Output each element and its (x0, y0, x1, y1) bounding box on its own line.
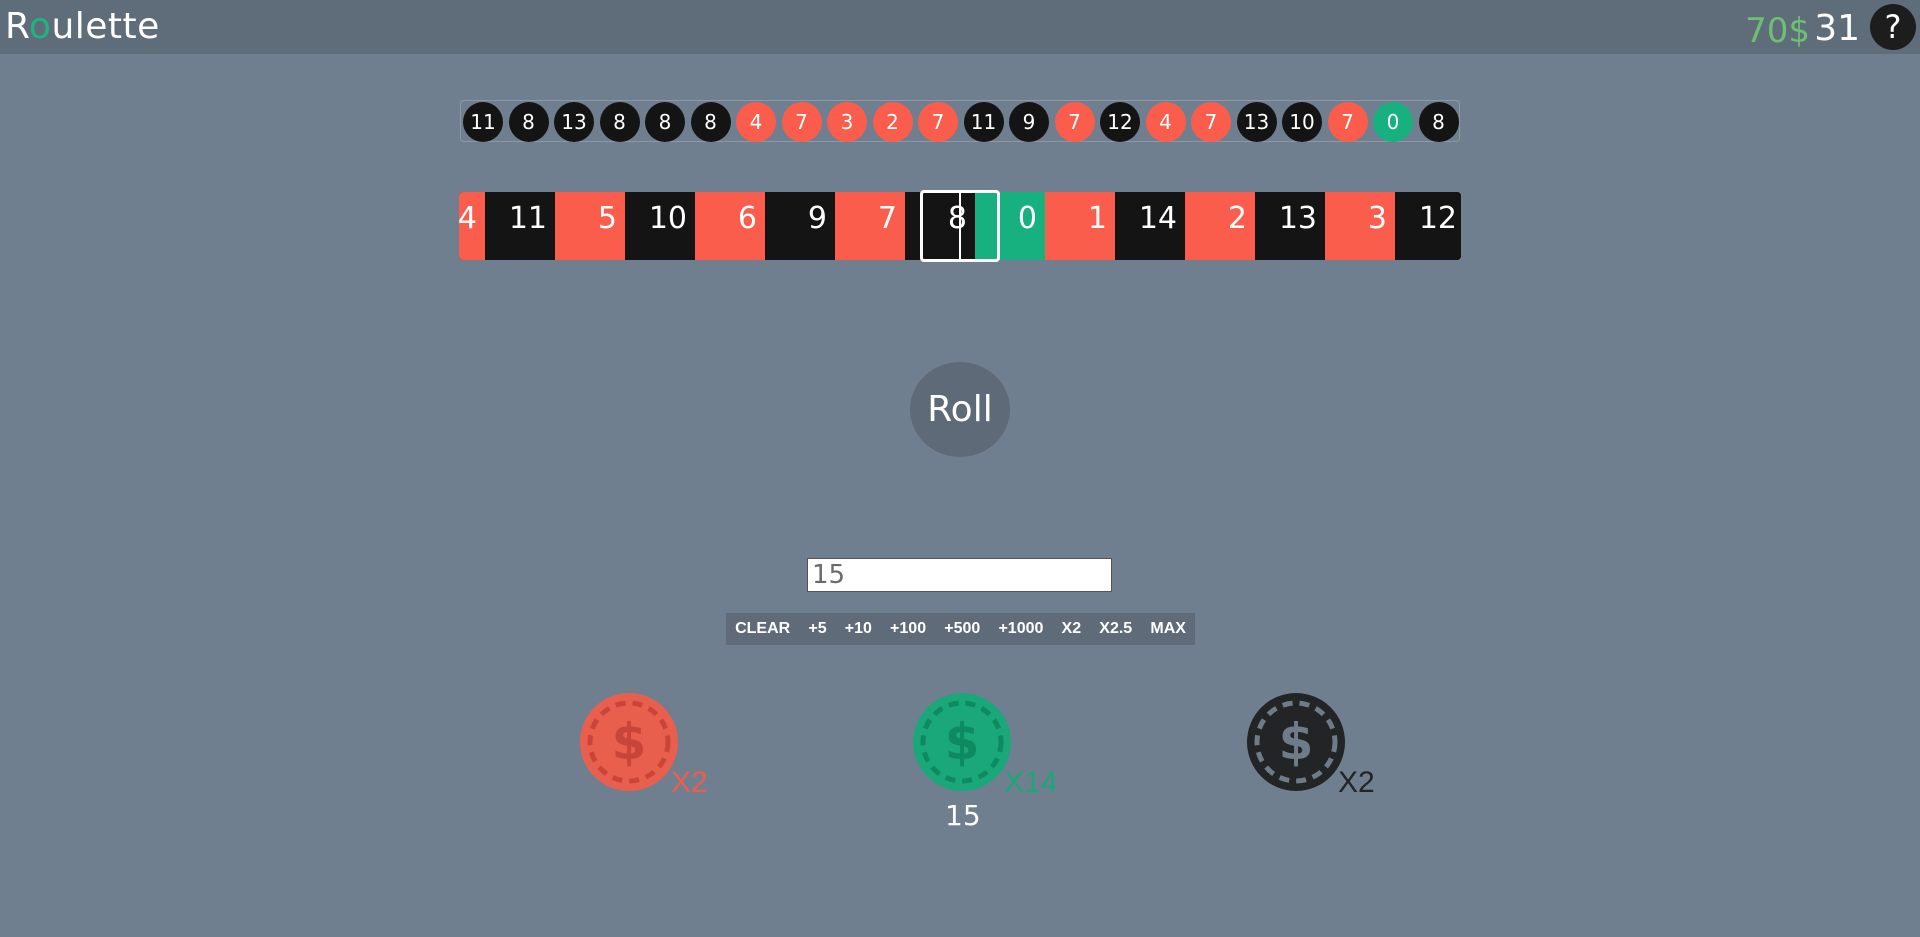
app-title: Roulette (5, 4, 160, 50)
dollar-chip-icon: $ (580, 693, 678, 791)
bet-red-button[interactable]: $ X2 (579, 692, 708, 802)
bet-black-button[interactable]: $ X2 (1246, 692, 1375, 802)
strip-cell: 7 (835, 192, 905, 260)
history-ball: 7 (918, 102, 958, 142)
history-ball: 13 (554, 102, 594, 142)
strip-cell: 5 (555, 192, 625, 260)
bet-green-amount: 15 (945, 799, 981, 832)
strip-cell: 4 (459, 192, 485, 260)
dollar-chip-icon: $ (913, 693, 1011, 791)
history-ball: 8 (599, 102, 640, 142)
strip-cell: 11 (485, 192, 555, 260)
selector-frame (920, 190, 1000, 262)
history-ball: 9 (1009, 102, 1049, 142)
bet-red-multiplier: X2 (671, 766, 708, 799)
help-button[interactable]: ? (1870, 4, 1916, 50)
strip-cell: 13 (1255, 192, 1325, 260)
history-ball: 3 (827, 102, 867, 142)
bet-amount-input[interactable] (807, 558, 1112, 592)
bet-control-plus-1000[interactable]: +1000 (994, 620, 1047, 638)
bet-black-multiplier: X2 (1338, 766, 1375, 799)
bet-control-plus-500[interactable]: +500 (940, 620, 984, 638)
history-ball: 8 (645, 102, 685, 142)
history-ball: 2 (872, 102, 913, 142)
strip-cell: 2 (1185, 192, 1255, 260)
history-ball: 7 (781, 102, 822, 142)
history-ball: 11 (963, 102, 1004, 142)
bet-control-plus-10[interactable]: +10 (841, 620, 876, 638)
svg-text:$: $ (612, 713, 647, 771)
strip-cell: 3 (1325, 192, 1395, 260)
history-ball: 8 (1418, 102, 1459, 142)
bet-control-x2[interactable]: X2 (1058, 620, 1086, 638)
bet-control-max[interactable]: MAX (1146, 620, 1190, 638)
roll-history: 11 8 13 8 8 8 4 7 3 2 7 11 9 7 12 4 7 13 10 7 0 8 (460, 100, 1460, 142)
dollar-chip-icon: $ (1247, 693, 1345, 791)
title-accent: o (28, 6, 52, 47)
bet-control-plus-5[interactable]: +5 (804, 620, 830, 638)
history-ball: 11 (463, 102, 503, 142)
history-ball: 7 (1054, 102, 1095, 142)
history-ball: 7 (1191, 102, 1231, 142)
history-ball: 12 (1100, 102, 1140, 142)
bet-green-button[interactable]: $ X14 (912, 692, 1057, 802)
history-ball: 10 (1282, 102, 1322, 142)
top-bar: Roulette 70$ 31 ? (0, 0, 1920, 54)
roll-button[interactable]: Roll (910, 362, 1010, 457)
strip-cell: 9 (765, 192, 835, 260)
strip-cell: 10 (625, 192, 695, 260)
svg-text:$: $ (1279, 713, 1314, 771)
history-ball: 4 (736, 102, 776, 142)
strip-cell: 12 (1395, 192, 1461, 260)
title-suffix: ulette (51, 6, 160, 47)
strip-cell: 14 (1115, 192, 1185, 260)
svg-text:$: $ (945, 713, 980, 771)
level: 31 (1814, 8, 1860, 49)
balance: 70$ (1745, 11, 1810, 51)
history-ball: 8 (690, 102, 731, 142)
bet-control-plus-100[interactable]: +100 (886, 620, 930, 638)
history-ball: 7 (1327, 102, 1368, 142)
strip-cell: 1 (1045, 192, 1115, 260)
bet-control-clear[interactable]: CLEAR (731, 620, 794, 638)
question-icon: ? (1884, 8, 1902, 46)
history-ball: 8 (508, 102, 549, 142)
history-ball: 0 (1373, 102, 1413, 142)
bet-green-multiplier: X14 (1004, 766, 1058, 799)
title-prefix: R (5, 6, 29, 47)
bet-controls: CLEAR +5 +10 +100 +500 +1000 X2 X2.5 MAX (726, 613, 1195, 645)
bet-control-x2-5[interactable]: X2.5 (1095, 620, 1136, 638)
strip-cell: 6 (695, 192, 765, 260)
history-ball: 13 (1236, 102, 1277, 142)
history-ball: 4 (1145, 102, 1186, 142)
